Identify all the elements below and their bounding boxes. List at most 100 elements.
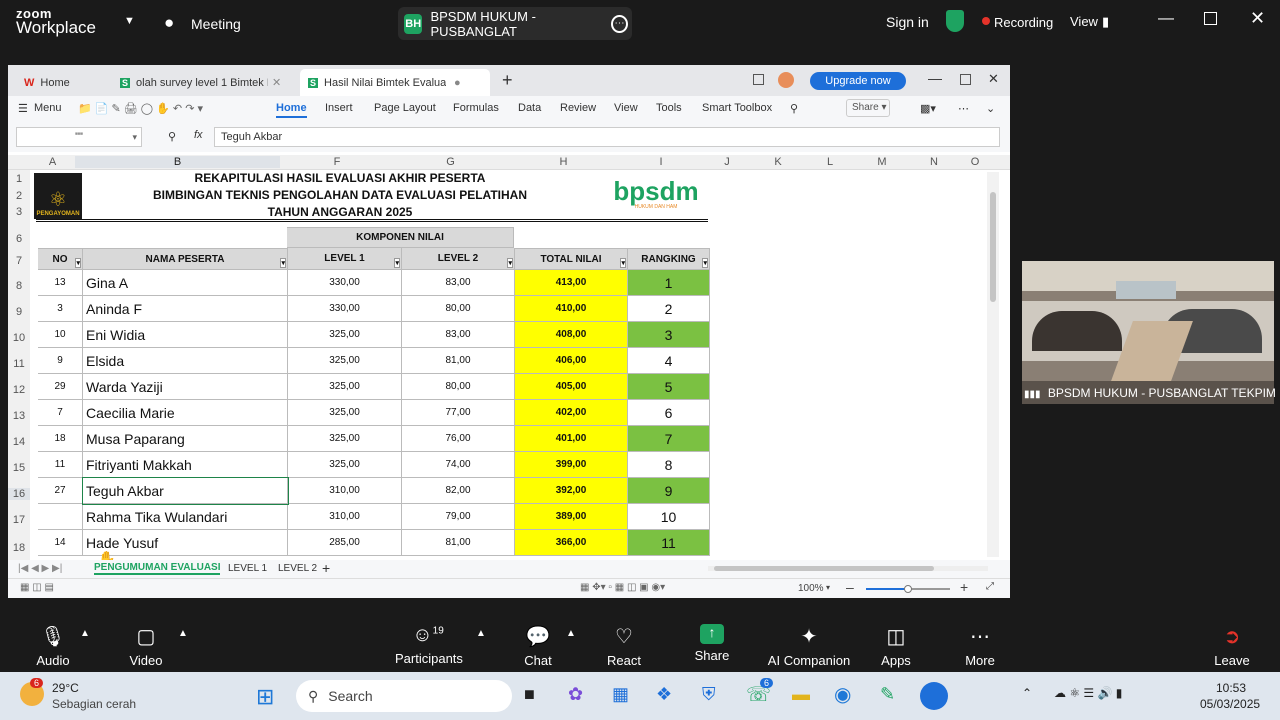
cell-total[interactable]: 392,00 <box>515 478 628 504</box>
chevron-down-icon[interactable]: ▼ <box>124 15 135 27</box>
tray-expand-icon[interactable]: ⌃ <box>1022 686 1032 700</box>
tab-home[interactable]: W Home <box>16 69 106 96</box>
menu-smart-toolbox[interactable]: Smart Toolbox <box>702 102 772 114</box>
header-level1[interactable]: LEVEL 1 ▾ <box>288 248 402 270</box>
ai-companion-button[interactable]: ✦ AI Companion <box>764 624 854 668</box>
view-layout-icon[interactable]: ▮ <box>1102 14 1109 30</box>
header-level2[interactable]: LEVEL 2 ▾ <box>402 248 515 270</box>
menu-page-layout[interactable]: Page Layout <box>374 102 436 114</box>
react-button[interactable]: ♡ React <box>604 624 644 668</box>
cell-nama[interactable]: Caecilia Marie <box>83 400 288 426</box>
meeting-label[interactable]: Meeting <box>191 16 241 32</box>
zoom-level[interactable]: 100% <box>798 583 824 594</box>
cell-l2[interactable]: 76,00 <box>402 426 515 452</box>
zoom-slider[interactable] <box>866 585 950 593</box>
header-total[interactable]: TOTAL NILAI ▾ <box>515 248 628 270</box>
col-header-g[interactable]: G <box>394 156 507 168</box>
header-nama[interactable]: NAMA PESERTA ▾ <box>83 248 288 270</box>
share-screen-button[interactable]: ↑ Share <box>694 624 730 663</box>
clock-date[interactable]: 05/03/2025 <box>1200 697 1260 711</box>
cell-no[interactable]: 27 <box>38 478 83 504</box>
close-icon[interactable]: ✕ <box>988 71 999 87</box>
cell-nama[interactable]: Rahma Tika Wulandari <box>83 504 288 530</box>
menu-view[interactable]: View <box>614 102 638 114</box>
copilot-icon[interactable]: ✿ <box>568 684 583 705</box>
cell-total[interactable]: 410,00 <box>515 296 628 322</box>
col-header-i[interactable]: I <box>620 156 702 168</box>
tab-close-icon[interactable]: ✕ <box>272 76 281 89</box>
chevron-down-icon[interactable]: ▾ <box>132 132 137 143</box>
cell-l1[interactable]: 325,00 <box>288 426 402 452</box>
col-header-a[interactable]: A <box>30 156 75 168</box>
cell-no[interactable]: 9 <box>38 348 83 374</box>
cell-l2[interactable]: 74,00 <box>402 452 515 478</box>
row-header[interactable]: 13 <box>8 410 30 422</box>
menu-home[interactable]: Home <box>276 102 307 118</box>
restore-icon[interactable] <box>1204 12 1217 25</box>
cell-l1[interactable]: 330,00 <box>288 296 402 322</box>
cell-rank[interactable]: 10 <box>628 504 710 530</box>
row-header-selected[interactable]: 16 <box>8 488 30 500</box>
sign-in-link[interactable]: Sign in <box>886 14 929 30</box>
video-options-icon[interactable]: ▲ <box>178 628 188 639</box>
cell-no[interactable]: 29 <box>38 374 83 400</box>
share-button[interactable]: Share ▾ <box>846 99 890 117</box>
quick-toolbar-icons[interactable]: 📁 📄 ✎ 🖨 ◯ ✋ ↶ ↷ ▾ <box>78 102 203 115</box>
taskbar-search[interactable]: ⚲ Search <box>296 680 512 712</box>
row-header[interactable]: 14 <box>8 436 30 448</box>
menu-data[interactable]: Data <box>518 102 541 114</box>
cell-total[interactable]: 413,00 <box>515 270 628 296</box>
zoom-out-icon[interactable]: – <box>846 579 854 595</box>
cell-rank[interactable]: 1 <box>628 270 710 296</box>
more-options-icon[interactable]: ⋯ <box>611 14 628 33</box>
name-box[interactable]: "" ▾ <box>16 127 142 147</box>
video-button[interactable]: ▢ Video <box>128 624 164 668</box>
fx-icon[interactable]: fx <box>194 129 203 141</box>
cell-rank[interactable]: 3 <box>628 322 710 348</box>
avatar[interactable] <box>778 72 794 88</box>
filter-icon[interactable]: ▾ <box>394 258 400 268</box>
cell-rank[interactable]: 7 <box>628 426 710 452</box>
cell-nama[interactable]: Aninda F <box>83 296 288 322</box>
cell-rank[interactable]: 9 <box>628 478 710 504</box>
row-header[interactable]: 6 <box>8 233 30 245</box>
cell-l1[interactable]: 325,00 <box>288 400 402 426</box>
cell-rank[interactable]: 6 <box>628 400 710 426</box>
header-rangking[interactable]: RANGKING ▾ <box>628 248 710 270</box>
komponen-header[interactable]: KOMPONEN NILAI <box>287 227 514 248</box>
cell-no[interactable]: 10 <box>38 322 83 348</box>
cell-no[interactable]: 14 <box>38 530 83 556</box>
row-header[interactable]: 15 <box>8 462 30 474</box>
cell-no[interactable] <box>38 504 83 530</box>
cell-l2[interactable]: 81,00 <box>402 348 515 374</box>
sheet-tab-level1[interactable]: LEVEL 1 <box>228 563 267 574</box>
participants-options-icon[interactable]: ▲ <box>476 628 486 639</box>
participants-button[interactable]: ☺19 Participants <box>395 624 463 666</box>
cell-total[interactable]: 402,00 <box>515 400 628 426</box>
window-mode-icon[interactable] <box>753 74 764 85</box>
cell-total[interactable]: 408,00 <box>515 322 628 348</box>
maximize-icon[interactable] <box>960 74 971 85</box>
cell-rank[interactable]: 11 <box>628 530 710 556</box>
security-icon[interactable]: ⛨ <box>702 684 716 705</box>
sheet-nav-icons[interactable]: |◀ ◀ ▶ ▶| <box>18 563 62 574</box>
row-header[interactable]: 9 <box>8 306 30 318</box>
col-header-h[interactable]: H <box>507 156 620 168</box>
col-header-k[interactable]: K <box>752 156 804 168</box>
task-view-icon[interactable]: ■ <box>524 684 535 705</box>
cell-l2[interactable]: 80,00 <box>402 296 515 322</box>
cell-l1[interactable]: 310,00 <box>288 478 402 504</box>
cell-total[interactable]: 405,00 <box>515 374 628 400</box>
participant-video[interactable] <box>1022 261 1274 404</box>
cell-total[interactable]: 401,00 <box>515 426 628 452</box>
more-button[interactable]: ⋯ More <box>960 624 1000 668</box>
app-icon[interactable]: ✎ <box>880 684 895 705</box>
weather-temp[interactable]: 29°C <box>52 681 79 695</box>
cell-l2[interactable]: 82,00 <box>402 478 515 504</box>
col-header-n[interactable]: N <box>908 156 960 168</box>
row-header[interactable]: 1 <box>8 173 30 185</box>
cell-l2[interactable]: 83,00 <box>402 322 515 348</box>
cell-total[interactable]: 406,00 <box>515 348 628 374</box>
filter-icon[interactable]: ▾ <box>75 258 81 268</box>
zoom-formula-icon[interactable]: ⚲ <box>168 130 176 143</box>
